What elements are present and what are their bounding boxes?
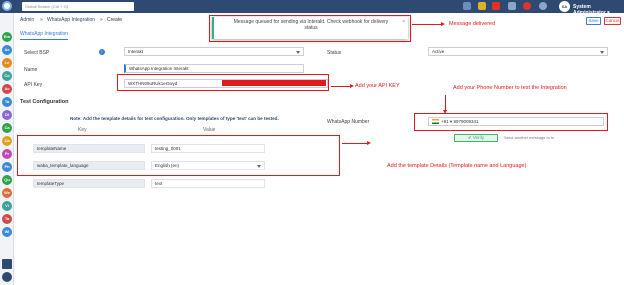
test-configuration-title: Test Configuration xyxy=(20,99,69,105)
annotation-api-key: Add your API KEY xyxy=(355,83,400,89)
name-input[interactable]: WhatsApp Integration Interakt xyxy=(124,64,304,73)
sidebar-item-ac2[interactable]: Ac xyxy=(2,84,12,94)
sidebar-item-pr[interactable]: Pr xyxy=(2,149,12,159)
annotation-arrow xyxy=(442,95,448,114)
sidebar-item-vi[interactable]: Vi xyxy=(2,201,12,211)
annotation-phone: Add your Phone Number to test the Integr… xyxy=(453,85,567,91)
global-search-input[interactable]: Global Search (Ctrl + G) xyxy=(22,2,134,11)
user-avatar[interactable]: SA xyxy=(559,1,570,12)
sidebar-item-em[interactable]: Em xyxy=(2,32,12,42)
key-column-header: Key xyxy=(78,127,87,133)
annotation-box-template xyxy=(17,135,340,176)
cancel-button[interactable]: Cancel xyxy=(604,17,621,25)
annotation-template: Add the template Details (Template name … xyxy=(387,163,527,169)
annotation-arrow xyxy=(331,83,354,89)
flag-icon[interactable] xyxy=(463,2,471,10)
annotation-box-api-key xyxy=(117,74,329,91)
sidebar-item-qu[interactable]: Qu xyxy=(2,175,12,185)
send-another-message-link[interactable]: Send another message to ts xyxy=(504,135,554,140)
sidebar-item-ta[interactable]: Ta xyxy=(2,97,12,107)
star-icon[interactable] xyxy=(478,2,486,10)
settings-icon[interactable] xyxy=(2,272,12,282)
sidebar-item-ac[interactable]: Ac xyxy=(2,45,12,55)
sidebar-item-di[interactable]: Di xyxy=(2,110,12,120)
sidebar-item-le[interactable]: Le xyxy=(2,58,12,68)
bell-icon[interactable] xyxy=(508,2,516,10)
breadcrumb-current: Create xyxy=(107,17,123,23)
sidebar-item-ca2[interactable]: Ca xyxy=(2,136,12,146)
breadcrumb-separator: » xyxy=(100,17,103,23)
youtube-icon[interactable] xyxy=(492,2,500,10)
test-configuration-note: Note: Add the template details for test … xyxy=(70,116,279,121)
sidebar: Em Ac Le Co Ac Ta Di Ca Ca Pr Ph Qu We V… xyxy=(0,13,14,285)
annotation-arrow xyxy=(412,21,445,27)
annotation-box-phone xyxy=(414,113,608,131)
sidebar-item-ca[interactable]: Ca xyxy=(2,123,12,133)
annotation-box-toast xyxy=(209,15,411,42)
user-menu[interactable]: System Administrator ▾ xyxy=(573,4,624,16)
top-bar: Global Search (Ctrl + G) SA System Admin… xyxy=(0,0,624,16)
sidebar-item-ta2[interactable]: Ta xyxy=(2,214,12,224)
home-icon[interactable] xyxy=(2,259,12,269)
info-icon: i xyxy=(99,49,105,55)
api-key-label: API Key xyxy=(24,82,43,88)
settings-icon[interactable] xyxy=(539,2,547,10)
save-button[interactable]: Save xyxy=(586,17,601,25)
breadcrumb-admin[interactable]: Admin xyxy=(20,17,34,23)
status-select[interactable]: Active xyxy=(428,47,608,56)
sidebar-item-ph[interactable]: Ph xyxy=(2,162,12,172)
annotation-message-delivered: Message delivered xyxy=(449,21,496,27)
annotation-arrow xyxy=(342,140,371,146)
user-name: System Administrator xyxy=(573,4,606,16)
app-logo[interactable] xyxy=(2,1,12,11)
breadcrumb-separator: » xyxy=(40,17,43,23)
tab-whatsapp-integration[interactable]: WhatsApp Integration xyxy=(20,31,69,40)
value-column-header: Value xyxy=(203,127,216,133)
plus-icon[interactable] xyxy=(523,2,531,10)
template-key-type: templateType xyxy=(33,179,145,188)
whatsapp-number-label: WhatsApp Number xyxy=(327,119,370,125)
sidebar-item-co[interactable]: Co xyxy=(2,71,12,81)
status-label: Status xyxy=(327,50,342,56)
name-label: Name xyxy=(24,67,38,73)
verify-button[interactable]: ✔ Verify xyxy=(454,134,498,142)
sidebar-item-wi[interactable]: Wi xyxy=(2,227,12,237)
breadcrumb-whatsapp-integration[interactable]: WhatsApp Integration xyxy=(47,17,95,23)
verify-label: Verify xyxy=(472,135,485,140)
sidebar-item-we[interactable]: We xyxy=(2,188,12,198)
bsp-label: Select BSP xyxy=(24,50,50,56)
check-icon: ✔ xyxy=(467,135,472,140)
chevron-down-icon: ▾ xyxy=(607,10,610,16)
template-type-input[interactable]: text xyxy=(151,179,265,188)
bsp-select[interactable]: Interakt xyxy=(124,47,304,56)
